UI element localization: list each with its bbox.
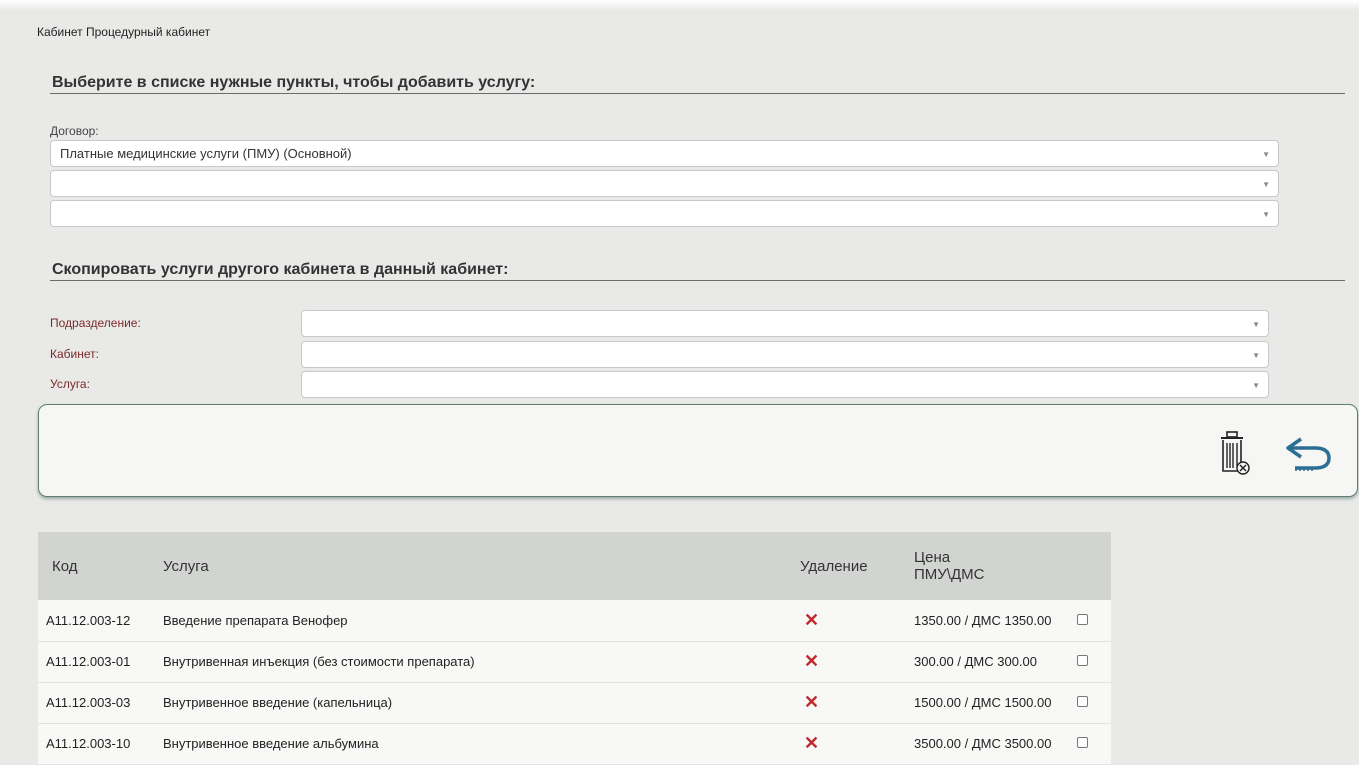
- service-code: A11.12.003-10: [46, 736, 131, 751]
- table-row[interactable]: A11.12.003-03 Внутривенное введение (кап…: [38, 682, 1111, 723]
- service-code: A11.12.003-01: [46, 654, 131, 669]
- delete-icon[interactable]: ✕: [804, 610, 819, 631]
- chevron-down-icon: ▼: [1262, 210, 1270, 219]
- service-name: Внутривенная инъекция (без стоимости пре…: [163, 654, 475, 669]
- service-select[interactable]: ▼: [301, 371, 1269, 398]
- contract-subselect-2[interactable]: ▼: [50, 200, 1279, 227]
- contract-select-value: Платные медицинские услуги (ПМУ) (Основн…: [60, 146, 352, 161]
- column-header-code[interactable]: Код: [38, 532, 163, 600]
- section-divider: [50, 280, 1345, 281]
- service-name: Внутривенное введение (капельница): [163, 695, 393, 710]
- chevron-down-icon: ▼: [1252, 320, 1260, 329]
- services-table: Код Услуга Удаление Цена ПМУ\ДМС A11.12.…: [38, 532, 1111, 765]
- column-header-price[interactable]: Цена ПМУ\ДМС: [906, 532, 1077, 600]
- section-divider: [50, 93, 1345, 94]
- contract-select[interactable]: Платные медицинские услуги (ПМУ) (Основн…: [50, 140, 1279, 167]
- row-checkbox[interactable]: [1077, 655, 1088, 666]
- chevron-down-icon: ▼: [1262, 180, 1270, 189]
- table-row[interactable]: A11.12.003-10 Внутривенное введение альб…: [38, 723, 1111, 764]
- cabinet-label: Кабинет:: [50, 347, 99, 361]
- undo-arrow-icon[interactable]: [1285, 435, 1333, 478]
- row-checkbox[interactable]: [1077, 696, 1088, 707]
- price-header-line1: Цена: [914, 549, 951, 566]
- add-service-heading: Выберите в списке нужные пункты, чтобы д…: [52, 74, 536, 91]
- delete-icon[interactable]: ✕: [804, 733, 819, 754]
- service-price: 300.00 / ДМС 300.00: [914, 654, 1037, 669]
- column-header-delete[interactable]: Удаление: [800, 532, 906, 600]
- table-row[interactable]: A11.12.003-12 Введение препарата Венофер…: [38, 600, 1111, 641]
- service-price: 1350.00 / ДМС 1350.00: [914, 612, 1052, 628]
- service-name: Введение препарата Венофер: [163, 612, 348, 628]
- top-bar: [0, 0, 1359, 10]
- price-header-line2: ПМУ\ДМС: [914, 566, 985, 583]
- contract-label: Договор:: [50, 124, 99, 138]
- row-checkbox[interactable]: [1077, 613, 1088, 625]
- cabinet-select[interactable]: ▼: [301, 341, 1269, 368]
- service-code: A11.12.003-12: [46, 612, 131, 628]
- delete-icon[interactable]: ✕: [804, 651, 819, 672]
- column-header-select: [1077, 532, 1111, 600]
- action-panel: [38, 404, 1358, 497]
- chevron-down-icon: ▼: [1252, 381, 1260, 390]
- service-code: A11.12.003-03: [46, 695, 131, 710]
- department-label: Подразделение:: [50, 316, 141, 330]
- department-select[interactable]: ▼: [301, 310, 1269, 337]
- service-label: Услуга:: [50, 377, 90, 391]
- copy-services-heading: Скопировать услуги другого кабинета в да…: [52, 261, 509, 278]
- row-checkbox[interactable]: [1077, 737, 1088, 748]
- table-header-row: Код Услуга Удаление Цена ПМУ\ДМС: [38, 532, 1111, 600]
- chevron-down-icon: ▼: [1252, 351, 1260, 360]
- chevron-down-icon: ▼: [1262, 150, 1270, 159]
- trash-icon[interactable]: [1218, 431, 1262, 482]
- service-price: 1500.00 / ДМС 1500.00: [914, 695, 1052, 710]
- delete-icon[interactable]: ✕: [804, 692, 819, 713]
- column-header-service[interactable]: Услуга: [163, 532, 800, 600]
- cabinet-title: Кабинет Процедурный кабинет: [37, 25, 211, 39]
- service-name: Внутривенное введение альбумина: [163, 736, 379, 751]
- contract-subselect-1[interactable]: ▼: [50, 170, 1279, 197]
- table-row[interactable]: A11.12.003-01 Внутривенная инъекция (без…: [38, 641, 1111, 682]
- service-price: 3500.00 / ДМС 3500.00: [914, 736, 1052, 751]
